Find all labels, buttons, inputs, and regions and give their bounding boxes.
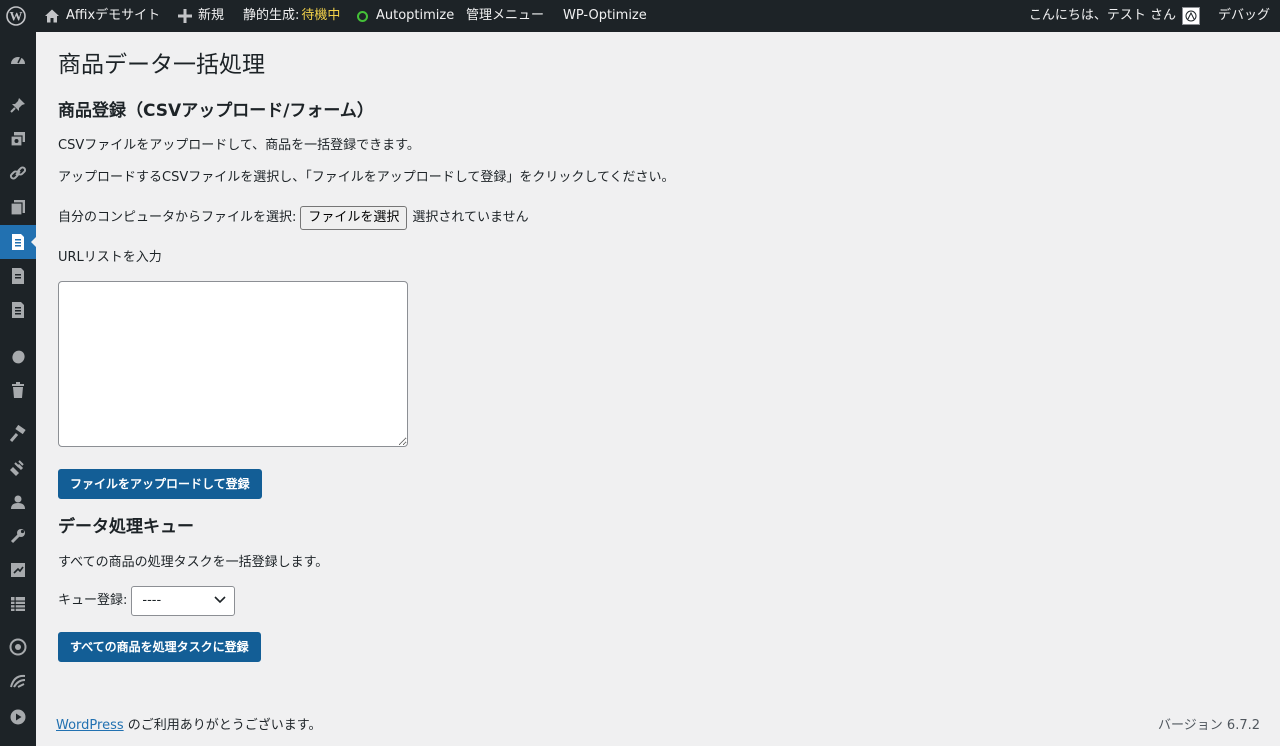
queue-select-row: キュー登録: ---- xyxy=(58,586,236,617)
csv-instruction: アップロードするCSVファイルを選択し、「ファイルをアップロードして登録」をクリ… xyxy=(58,170,675,185)
static-label: 静的生成: xyxy=(243,8,300,23)
wp-optimize-menu[interactable]: WP-Optimize xyxy=(563,0,647,32)
bulk-products-icon[interactable] xyxy=(0,225,36,259)
choose-file-button[interactable]: ファイルを選択 xyxy=(300,206,408,230)
wordpress-logo-icon[interactable]: W xyxy=(6,0,26,32)
queue-select-value: ---- xyxy=(142,593,162,608)
play-icon[interactable] xyxy=(0,700,36,734)
user-account-menu[interactable]: こんにちは、テスト さん xyxy=(1029,0,1200,32)
upload-and-register-button[interactable]: ファイルをアップロードして登録 xyxy=(58,469,262,499)
users-icon[interactable] xyxy=(0,485,36,519)
site-name-label: Affixデモサイト xyxy=(66,8,161,23)
media-icon[interactable] xyxy=(0,122,36,156)
posts-pin-icon[interactable] xyxy=(0,88,36,122)
footer-version: バージョン 6.7.2 xyxy=(1158,718,1260,733)
file-picker-row: 自分のコンピュータからファイルを選択: ファイルを選択 選択されていません xyxy=(58,205,529,232)
new-content-link[interactable]: 新規 xyxy=(178,0,224,32)
appearance-drop-icon[interactable] xyxy=(0,339,36,373)
hammer-icon[interactable] xyxy=(0,417,36,451)
csv-description: CSVファイルをアップロードして、商品を一括登録できます。 xyxy=(58,138,420,153)
document-icon[interactable] xyxy=(0,259,36,293)
debug-menu[interactable]: デバッグ xyxy=(1218,0,1270,32)
admin-bar: W Affixデモサイト 新規 静的生成: 待機中 Autoptimize 管理… xyxy=(0,0,1280,32)
pages-icon[interactable] xyxy=(0,190,36,224)
plus-icon xyxy=(178,9,192,23)
eye-settings-icon[interactable] xyxy=(0,630,36,664)
wordpress-link[interactable]: WordPress xyxy=(56,718,124,733)
csv-section-heading: 商品登録（CSVアップロード/フォーム） xyxy=(58,101,374,121)
home-icon xyxy=(44,8,60,24)
footer-thanks: WordPress のご利用ありがとうございます。 xyxy=(56,716,321,736)
page-title: 商品データ一括処理 xyxy=(58,52,265,78)
file-status: 選択されていません xyxy=(412,210,529,225)
wp-optimize-icon[interactable] xyxy=(0,664,36,698)
queue-select-label: キュー登録: xyxy=(58,593,128,608)
document-list-icon[interactable] xyxy=(0,293,36,327)
greeting-text: こんにちは、テスト さん xyxy=(1028,8,1176,23)
admin-sidebar xyxy=(0,32,36,746)
url-list-label: URLリストを入力 xyxy=(58,250,162,265)
queue-description: すべての商品の処理タスクを一括登録します。 xyxy=(58,555,329,570)
url-list-textarea[interactable] xyxy=(58,281,408,447)
new-label: 新規 xyxy=(198,8,225,23)
avatar xyxy=(1182,7,1200,25)
plugins-icon[interactable] xyxy=(0,451,36,485)
queue-section-heading: データ処理キュー xyxy=(58,517,194,537)
trash-icon[interactable] xyxy=(0,373,36,407)
admin-menu-link[interactable]: 管理メニュー xyxy=(466,0,544,32)
chevron-down-icon xyxy=(214,586,226,616)
queue-select[interactable]: ---- xyxy=(131,586,236,616)
static-status-badge: 待機中 xyxy=(301,8,341,23)
dashboard-icon[interactable] xyxy=(0,43,36,77)
autoptimize-menu[interactable]: Autoptimize xyxy=(357,0,454,32)
file-label: 自分のコンピュータからファイルを選択: xyxy=(58,210,297,225)
static-generation-status[interactable]: 静的生成: 待機中 xyxy=(243,0,340,32)
svg-text:W: W xyxy=(10,9,23,24)
import-icon[interactable] xyxy=(0,553,36,587)
site-name-link[interactable]: Affixデモサイト xyxy=(44,0,160,32)
footer-thanks-text: のご利用ありがとうございます。 xyxy=(123,718,322,733)
table-list-icon[interactable] xyxy=(0,587,36,621)
autoptimize-label: Autoptimize xyxy=(376,8,455,23)
tools-wrench-icon[interactable] xyxy=(0,519,36,553)
links-icon[interactable] xyxy=(0,156,36,190)
autoptimize-status-icon xyxy=(357,10,368,22)
register-all-tasks-button[interactable]: すべての商品を処理タスクに登録 xyxy=(58,632,261,662)
